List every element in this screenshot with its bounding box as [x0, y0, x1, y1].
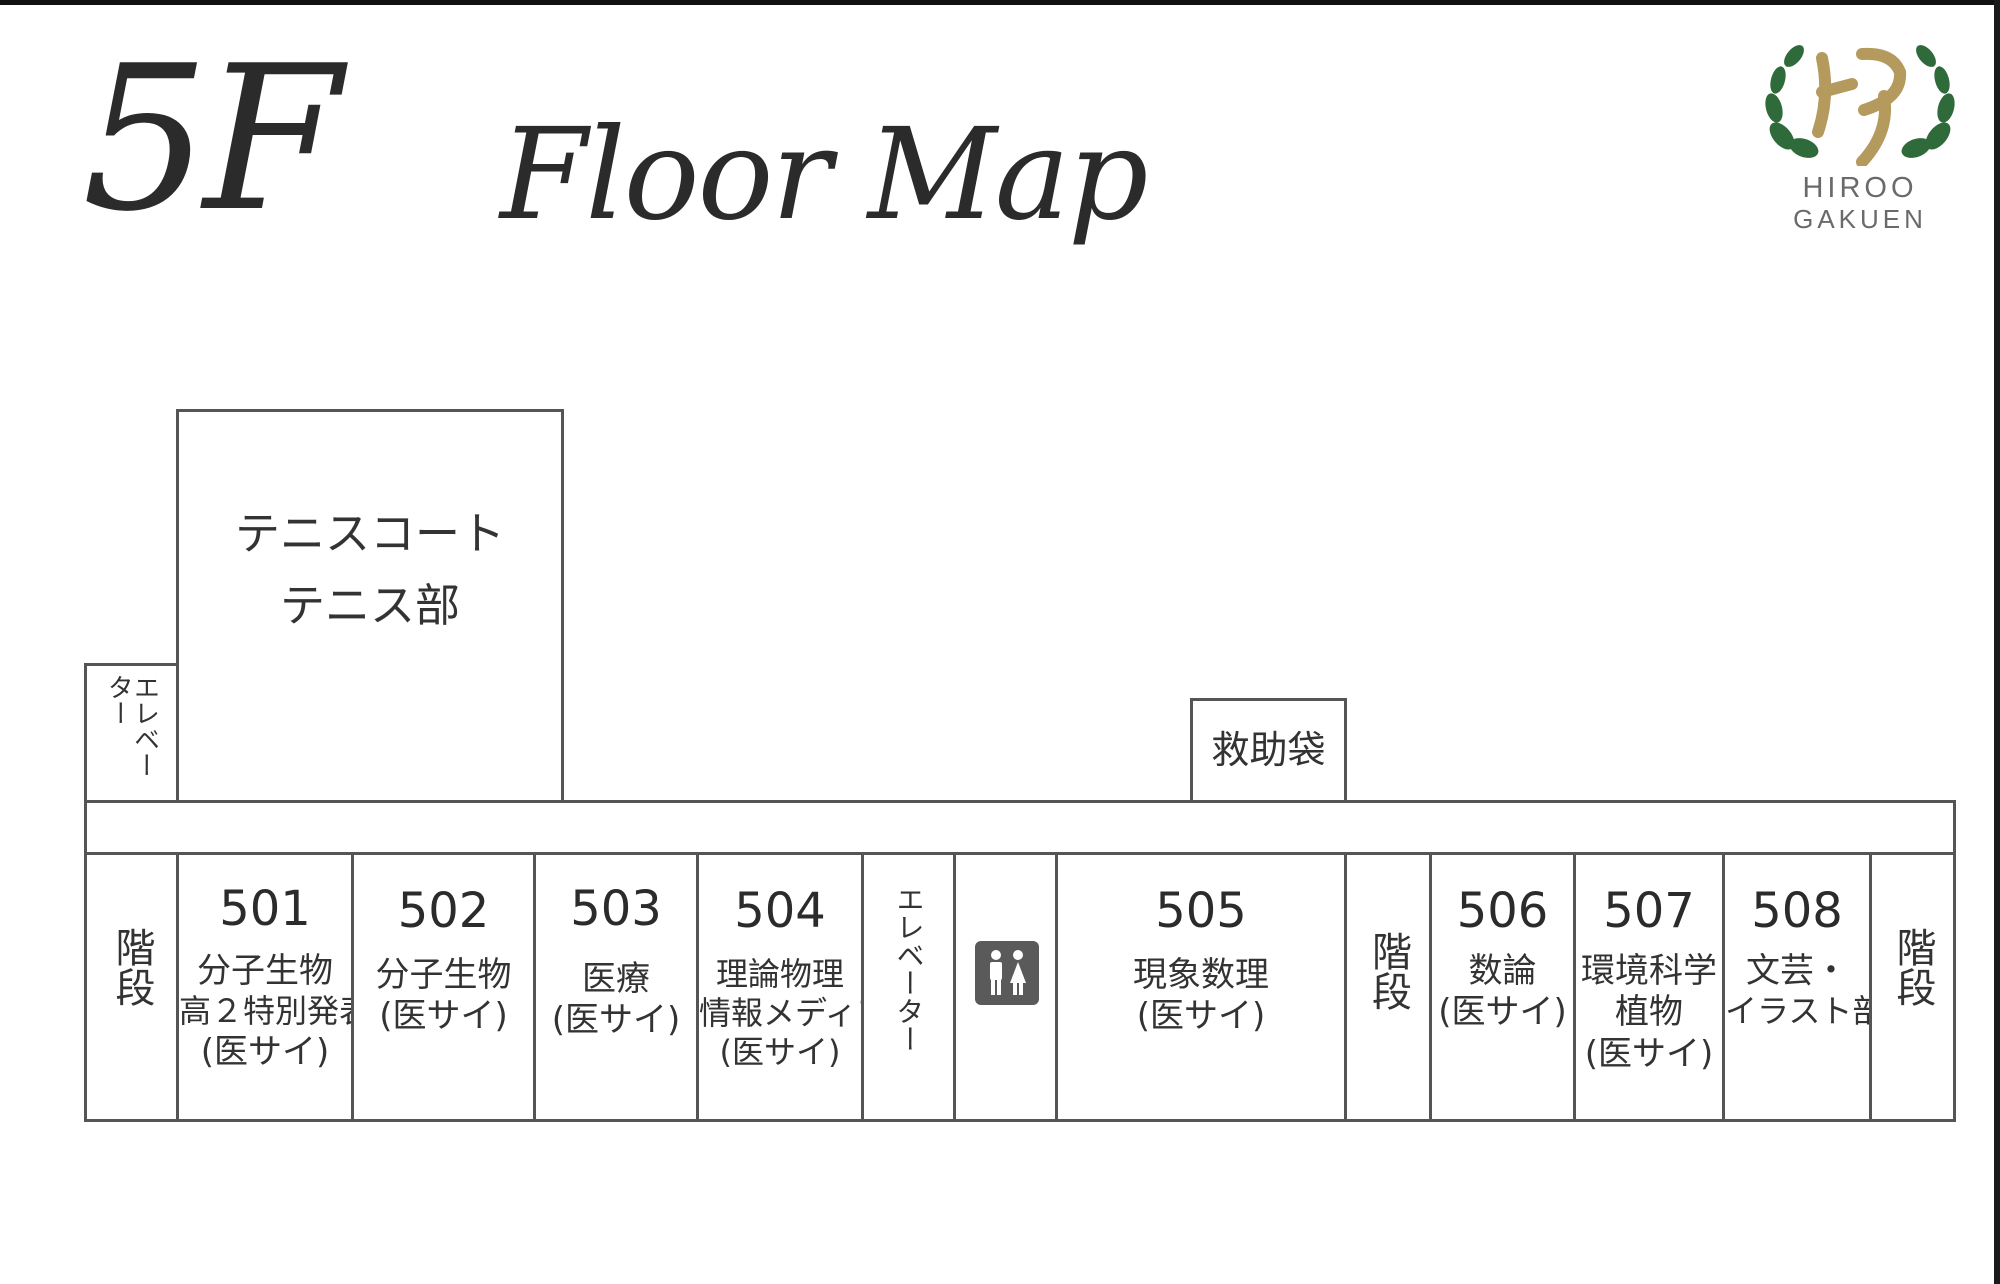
room-number: 504: [734, 883, 826, 939]
room-number: 505: [1155, 883, 1247, 939]
stairs-right-label: 階段: [1889, 927, 1936, 1007]
room-508[interactable]: 508 文芸・ イラスト部: [1722, 852, 1885, 1122]
elevator-left-label: エレベーター: [103, 674, 160, 778]
room-503[interactable]: 503 医療 (医サイ): [533, 852, 699, 1122]
rescue-bag-label: 救助袋: [1211, 728, 1326, 772]
stairs-mid[interactable]: 階段: [1344, 852, 1432, 1122]
floor-map: テニスコート テニス部 エレベーター 救助袋 階段 501 分子生物 高２特別発…: [0, 0, 2000, 1284]
room-description: 環境科学 植物 (医サイ): [1581, 951, 1717, 1074]
room-number: 506: [1456, 883, 1549, 939]
stairs-left[interactable]: 階段: [84, 852, 179, 1122]
room-description: 数論 (医サイ): [1438, 951, 1567, 1033]
room-505[interactable]: 505 現象数理 (医サイ): [1055, 852, 1347, 1122]
restroom[interactable]: [953, 852, 1058, 1122]
room-number: 502: [397, 883, 490, 939]
elevator-left[interactable]: エレベーター: [84, 663, 179, 803]
rescue-bag[interactable]: 救助袋: [1190, 698, 1347, 803]
room-description: 分子生物 高２特別発表 (医サイ): [179, 951, 372, 1072]
room-description: 理論物理 情報メディア (医サイ): [699, 955, 889, 1072]
room-number: 508: [1751, 883, 1843, 939]
stairs-mid-label: 階段: [1365, 931, 1411, 1011]
room-description: 分子生物 (医サイ): [375, 955, 512, 1037]
room-504[interactable]: 504 理論物理 情報メディア (医サイ): [696, 852, 889, 1122]
room-501[interactable]: 501 分子生物 高２特別発表 (医サイ): [176, 852, 372, 1122]
stairs-right[interactable]: 階段: [1869, 852, 1956, 1122]
room-number: 501: [219, 881, 311, 937]
elevator-mid-label: エレベーター: [892, 885, 926, 1053]
room-502[interactable]: 502 分子生物 (医サイ): [351, 852, 536, 1122]
room-506[interactable]: 506 数論 (医サイ): [1429, 852, 1576, 1122]
room-number: 507: [1603, 883, 1695, 939]
tennis-court-label: テニスコート テニス部: [234, 507, 505, 632]
room-description: 現象数理 (医サイ): [1133, 955, 1269, 1037]
room-description: 文芸・ イラスト部: [1725, 951, 1885, 1031]
room-507[interactable]: 507 環境科学 植物 (医サイ): [1573, 852, 1725, 1122]
room-description: 医療 (医サイ): [551, 959, 681, 1041]
room-number: 503: [570, 881, 662, 937]
stairs-left-label: 階段: [108, 927, 155, 1007]
tennis-court[interactable]: テニスコート テニス部: [176, 409, 564, 803]
restroom-icon: [975, 941, 1039, 1005]
elevator-mid[interactable]: エレベーター: [861, 852, 956, 1122]
corridor: [84, 800, 1956, 855]
